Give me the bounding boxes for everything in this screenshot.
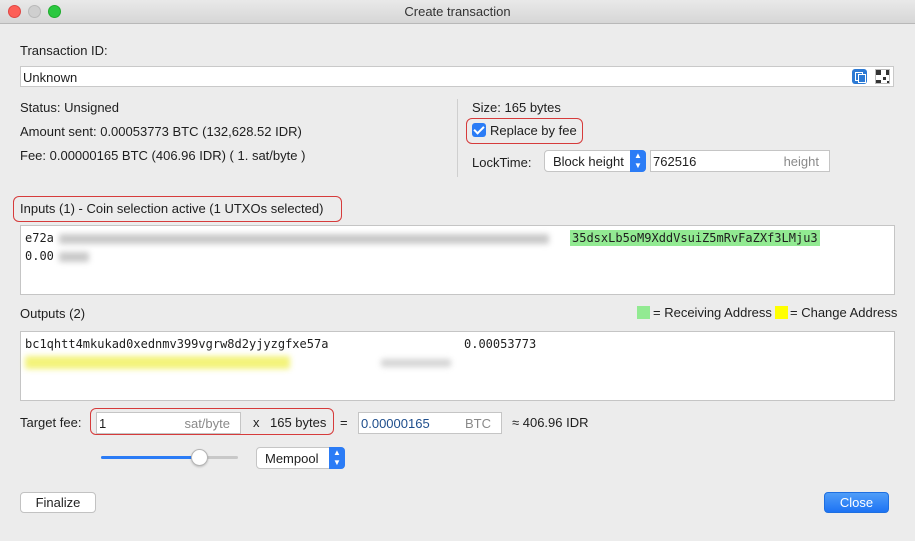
locktime-unit: height xyxy=(783,154,819,169)
fee-rate-value: 1 xyxy=(99,416,107,431)
outputs-list[interactable]: bc1qhtt4mkukad0xednmv399vgrw8d2yjyzgfxe5… xyxy=(20,331,895,401)
fee-slider-track[interactable] xyxy=(101,456,238,459)
legend-receiving: = Receiving Address xyxy=(653,305,772,320)
status-text: Status: Unsigned xyxy=(20,100,120,115)
locktime-label: LockTime: xyxy=(472,155,532,170)
fee-estimator-select[interactable]: Mempool ▲ ▼ xyxy=(256,447,345,469)
chevron-updown-icon: ▲ ▼ xyxy=(329,447,345,469)
equals-sign: = xyxy=(340,415,348,430)
receiving-swatch xyxy=(637,306,650,319)
input-amount-prefix: 0.00 xyxy=(25,249,54,263)
rbf-checkbox[interactable] xyxy=(472,123,486,137)
fee-estimator-value: Mempool xyxy=(265,451,319,466)
redacted-change-amount xyxy=(381,359,451,367)
redacted-txid xyxy=(59,234,549,244)
qr-code-icon[interactable] xyxy=(875,69,890,84)
inputs-list[interactable]: e72a 35dsxLb5oM9XddVsuiZ5mRvFaZXf3LMju3 … xyxy=(20,225,895,295)
amount-sent-text: Amount sent: 0.00053773 BTC (132,628.52 … xyxy=(20,124,302,139)
fee-rate-unit: sat/byte xyxy=(184,416,230,431)
fee-btc-unit: BTC xyxy=(465,416,491,431)
tx-bytes: 165 bytes xyxy=(270,415,327,430)
txid-label: Transaction ID: xyxy=(20,43,108,58)
rbf-label[interactable]: Replace by fee xyxy=(490,123,577,138)
chevron-updown-icon: ▲ ▼ xyxy=(630,150,646,172)
output-amount: 0.00053773 xyxy=(464,337,537,351)
change-swatch xyxy=(775,306,788,319)
fee-text: Fee: 0.00000165 BTC (406.96 IDR) ( 1. sa… xyxy=(20,148,306,163)
vertical-divider xyxy=(457,99,458,177)
fee-btc-field[interactable]: 0.00000165 BTC xyxy=(358,412,502,434)
output-address: bc1qhtt4mkukad0xednmv399vgrw8d2yjyzgfxe5… xyxy=(25,337,329,351)
redacted-change-address xyxy=(25,356,290,369)
target-fee-label: Target fee: xyxy=(20,415,82,430)
fee-rate-input[interactable]: 1 sat/byte xyxy=(96,412,241,434)
title-bar: Create transaction xyxy=(0,0,915,24)
locktime-type-value: Block height xyxy=(553,154,624,169)
size-text: Size: 165 bytes xyxy=(472,100,561,115)
txid-field[interactable]: Unknown xyxy=(20,66,894,87)
outputs-header: Outputs (2) xyxy=(20,306,86,321)
fee-slider-fill xyxy=(101,456,197,459)
legend-change: = Change Address xyxy=(790,305,898,320)
close-button[interactable]: Close xyxy=(824,492,889,513)
finalize-button[interactable]: Finalize xyxy=(20,492,96,513)
locktime-type-select[interactable]: Block height ▲ ▼ xyxy=(544,150,646,172)
redacted-amount xyxy=(59,252,89,262)
fee-slider-knob[interactable] xyxy=(191,449,208,466)
locktime-value: 762516 xyxy=(653,154,697,169)
times-sign: x xyxy=(253,415,260,430)
fee-fiat: ≈ 406.96 IDR xyxy=(512,415,589,430)
copy-icon[interactable] xyxy=(852,69,867,84)
input-txid-prefix: e72a xyxy=(25,231,54,245)
window-title: Create transaction xyxy=(404,4,511,19)
input-address: 35dsxLb5oM9XddVsuiZ5mRvFaZXf3LMju3 xyxy=(570,230,820,246)
txid-value: Unknown xyxy=(23,70,78,85)
inputs-header: Inputs (1) - Coin selection active (1 UT… xyxy=(20,201,324,216)
fee-btc-value: 0.00000165 xyxy=(361,416,430,431)
locktime-input[interactable]: 762516 height xyxy=(650,150,830,172)
